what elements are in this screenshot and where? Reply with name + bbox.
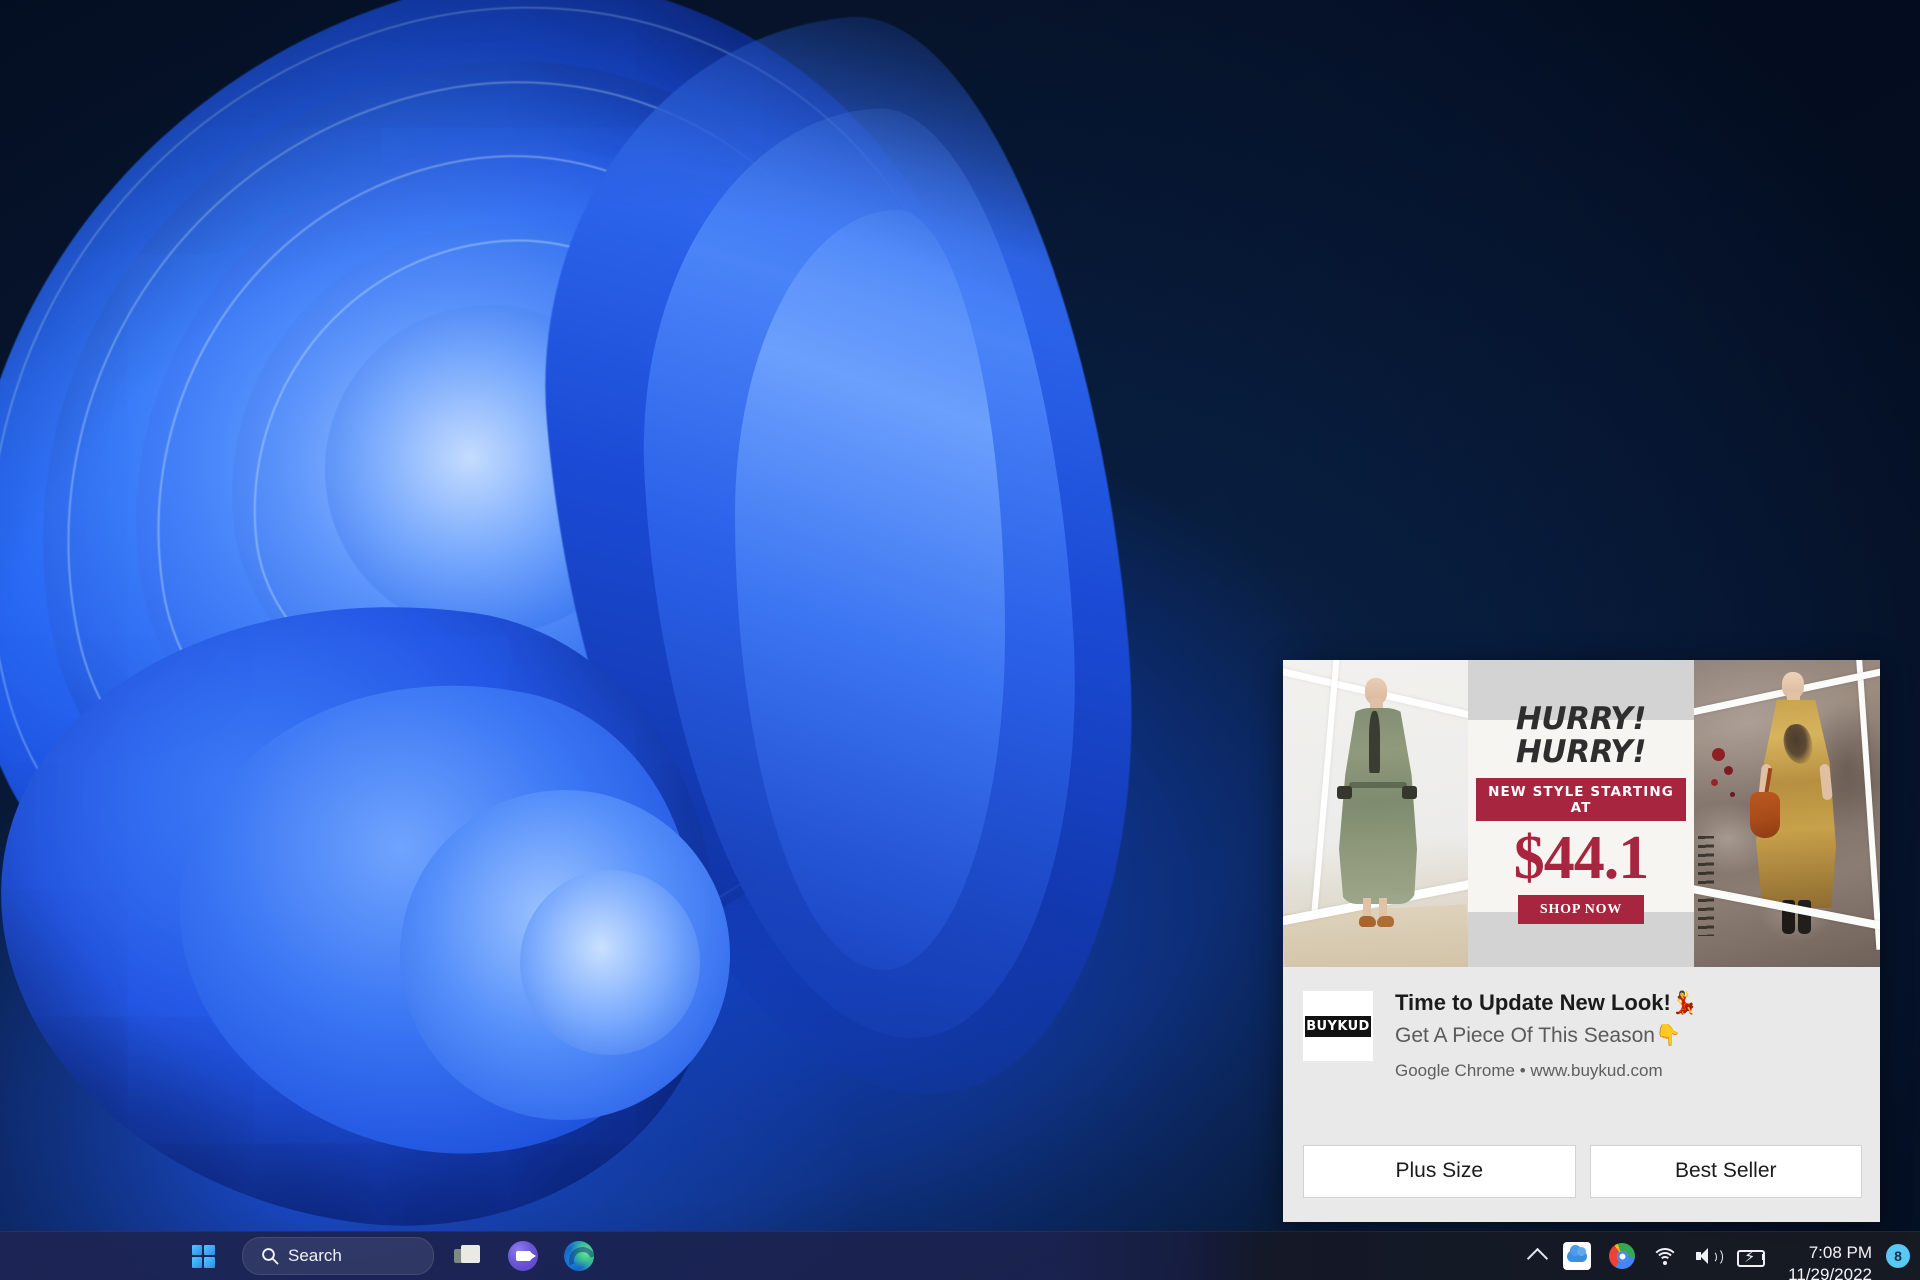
- taskbar: Search ⚡ 7:08 PM 11/29/2022 8: [0, 1231, 1920, 1280]
- task-view-front: [461, 1245, 480, 1263]
- notification-source: Google Chrome • www.buykud.com: [1395, 1061, 1663, 1081]
- volume-wave: [1710, 1248, 1724, 1266]
- dancer-icon: 💃: [1670, 991, 1699, 1016]
- chevron-up-icon: [1527, 1247, 1549, 1269]
- onedrive-tray-button[interactable]: [1554, 1236, 1600, 1276]
- start-button[interactable]: [180, 1236, 226, 1276]
- hero-promo-panel: HURRY! HURRY! NEW STYLE STARTING AT $44.…: [1468, 660, 1694, 967]
- clock-date: 11/29/2022: [1788, 1265, 1872, 1280]
- notification-body[interactable]: BUYKUD Time to Update New Look!💃 Get A P…: [1283, 967, 1880, 1139]
- logo-tile: [191, 1244, 202, 1255]
- windows-logo-icon: [191, 1244, 215, 1268]
- dress-cuff-right: [1402, 786, 1417, 799]
- plus-size-button[interactable]: Plus Size: [1303, 1145, 1576, 1198]
- chrome-icon: [1609, 1243, 1636, 1269]
- wifi-icon: [1651, 1247, 1679, 1265]
- system-tray: ⚡ 7:08 PM 11/29/2022 8: [1521, 1232, 1920, 1280]
- video-camera-icon: [508, 1241, 538, 1271]
- promo-stack: HURRY! HURRY! NEW STYLE STARTING AT $44.…: [1468, 701, 1694, 924]
- task-view-icon: [454, 1245, 480, 1267]
- battery-charging-icon: ⚡: [1737, 1246, 1766, 1267]
- notification-title: Time to Update New Look!💃: [1395, 990, 1698, 1018]
- notification-subtitle-text: Get A Piece Of This Season: [1395, 1023, 1655, 1047]
- taskbar-center-group: Search: [180, 1232, 602, 1280]
- clock-time: 7:08 PM: [1808, 1242, 1872, 1262]
- logo-tile: [204, 1244, 215, 1255]
- shop-now-button[interactable]: SHOP NOW: [1517, 894, 1645, 924]
- bloom-fold-4: [520, 870, 700, 1055]
- logo-tile: [191, 1257, 202, 1268]
- clock-button[interactable]: 7:08 PM 11/29/2022: [1774, 1242, 1884, 1280]
- notification-toast[interactable]: HURRY! HURRY! NEW STYLE STARTING AT $44.…: [1283, 660, 1880, 1222]
- promo-tagline: NEW STYLE STARTING AT: [1476, 777, 1686, 821]
- notification-count-badge[interactable]: 8: [1886, 1244, 1910, 1268]
- task-view-button[interactable]: [444, 1236, 490, 1276]
- battery-button[interactable]: ⚡: [1728, 1236, 1774, 1276]
- charging-bolt-icon: ⚡: [1744, 1246, 1756, 1266]
- best-seller-button[interactable]: Best Seller: [1589, 1145, 1862, 1198]
- volume-icon: [1695, 1247, 1724, 1266]
- pointing-down-icon: 👇: [1654, 1022, 1682, 1047]
- cloud-shape: [1567, 1245, 1588, 1262]
- camera-body: [515, 1251, 536, 1261]
- notification-text-block: Time to Update New Look!💃 Get A Piece Of…: [1395, 989, 1698, 1081]
- dress-placket: [1369, 711, 1380, 773]
- buykud-logo-text: BUYKUD: [1305, 1015, 1371, 1037]
- leather-bag: [1750, 792, 1780, 838]
- search-label: Search: [288, 1246, 342, 1265]
- green-dress-model: [1335, 678, 1421, 927]
- model-shoe-left: [1359, 916, 1376, 927]
- hero-left-photo: [1283, 660, 1468, 967]
- search-icon: [262, 1248, 279, 1265]
- notification-subtitle: Get A Piece Of This Season👇: [1395, 1022, 1698, 1049]
- speaker-cone: [1700, 1248, 1709, 1264]
- onedrive-icon: [1563, 1242, 1592, 1270]
- bloom-artwork: [0, 0, 1180, 1230]
- desktop-screen: HURRY! HURRY! NEW STYLE STARTING AT $44.…: [0, 0, 1920, 1280]
- volume-button[interactable]: [1686, 1236, 1728, 1276]
- logo-tile: [204, 1257, 215, 1268]
- promo-headline: HURRY! HURRY!: [1515, 701, 1647, 770]
- teams-chat-button[interactable]: [500, 1236, 546, 1276]
- dress-cuff-left: [1337, 786, 1352, 799]
- buykud-logo: BUYKUD: [1303, 991, 1373, 1061]
- edge-icon: [564, 1241, 594, 1271]
- chrome-tray-button[interactable]: [1600, 1236, 1644, 1276]
- notification-actions: Plus Size Best Seller: [1283, 1139, 1880, 1222]
- rose-decoration: [1712, 748, 1725, 761]
- hero-right-photo: [1694, 660, 1880, 967]
- notification-hero-image[interactable]: HURRY! HURRY! NEW STYLE STARTING AT $44.…: [1283, 660, 1880, 967]
- model-shoe-right: [1377, 916, 1394, 927]
- edge-button[interactable]: [556, 1236, 602, 1276]
- notification-title-text: Time to Update New Look!: [1395, 990, 1671, 1015]
- promo-price: $44.1: [1513, 823, 1650, 892]
- wifi-dot: [1663, 1261, 1668, 1265]
- dress-belt: [1349, 782, 1407, 788]
- show-hidden-icons-button[interactable]: [1521, 1236, 1554, 1276]
- search-button[interactable]: Search: [242, 1237, 434, 1275]
- battery-tip: [1762, 1253, 1766, 1260]
- network-button[interactable]: [1644, 1236, 1686, 1276]
